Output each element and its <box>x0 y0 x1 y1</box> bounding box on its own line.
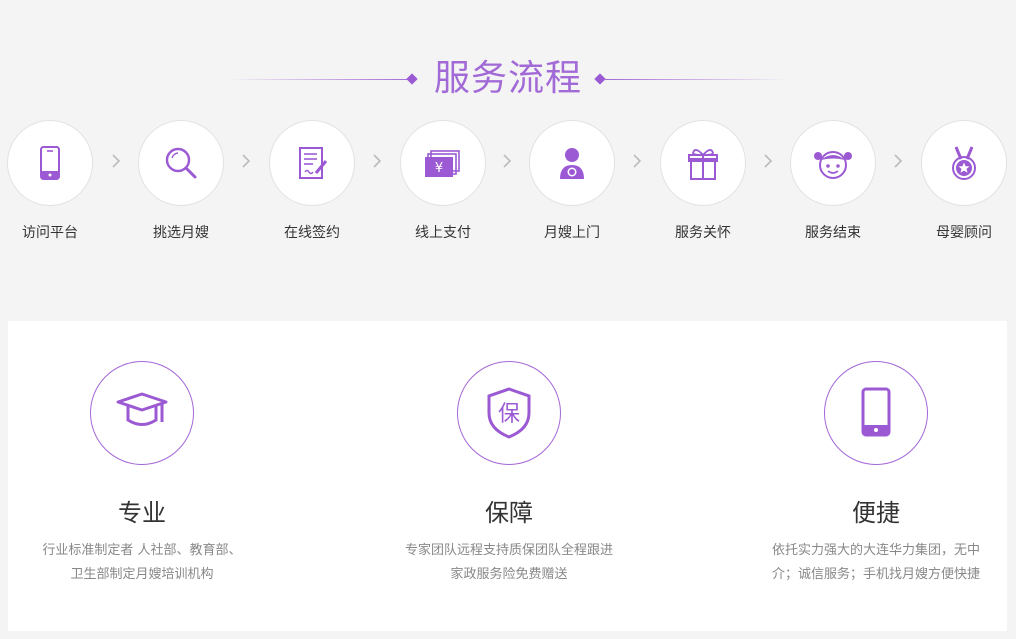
chevron-right-icon <box>242 154 251 168</box>
section-title: 服务流程 <box>433 58 582 99</box>
svg-text:¥: ¥ <box>435 161 443 176</box>
step-visit-platform[interactable]: 访问平台 <box>0 120 106 250</box>
chevron-right-icon <box>373 154 382 168</box>
feature-desc-line: 专家团队远程支持质保团队全程跟进 <box>404 543 613 558</box>
step-label: 服务结束 <box>805 225 861 241</box>
contract-sign-icon <box>299 147 328 179</box>
child-face-icon <box>814 151 852 179</box>
feature-title: 便捷 <box>852 499 900 527</box>
feature-desc-line: 依托实力强大的大连华力集团，无中 <box>771 543 980 558</box>
chevron-right-icon <box>764 154 773 168</box>
chevron-right-icon <box>894 154 903 168</box>
step-nanny-arrives[interactable]: 月嫂上门 <box>518 120 628 250</box>
shield-icon: 保 <box>487 387 531 439</box>
step-service-care[interactable]: 服务关怀 <box>649 120 759 250</box>
feature-desc-line: 卫生部制定月嫂培训机构 <box>70 567 214 582</box>
gift-icon <box>688 149 718 180</box>
step-circle[interactable] <box>529 120 615 206</box>
nanny-baby-icon <box>560 148 584 179</box>
section-header: 服务流程 <box>0 48 1016 112</box>
mobile-phone-icon <box>40 146 60 180</box>
step-circle[interactable] <box>660 120 746 206</box>
medal-icon <box>952 146 976 180</box>
step-circle[interactable] <box>921 120 1007 206</box>
search-icon <box>165 147 197 179</box>
feature-desc-line: 介；诚信服务；手机找月嫂方便快捷 <box>771 567 980 582</box>
step-label: 服务关怀 <box>675 225 731 241</box>
feature-title: 专业 <box>118 499 166 527</box>
step-choose-nanny[interactable]: 挑选月嫂 <box>127 120 237 250</box>
chevron-right-icon <box>112 154 121 168</box>
feature-title: 保障 <box>485 499 533 527</box>
graduation-cap-icon <box>116 392 168 426</box>
feature-icon-circle: 保 <box>457 361 561 465</box>
step-online-sign[interactable]: 在线签约 <box>258 120 368 250</box>
step-maternal-advisor[interactable]: 母婴顾问 <box>910 120 1016 250</box>
title-divider-left <box>226 79 412 80</box>
step-label: 在线签约 <box>284 225 340 241</box>
feature-desc-line: 家政服务险免费赠送 <box>450 567 568 582</box>
step-label: 月嫂上门 <box>544 225 600 241</box>
chevron-right-icon <box>503 154 512 168</box>
step-label: 线上支付 <box>415 225 471 241</box>
feature-guarantee: 保 保障 专家团队远程支持质保团队全程跟进 家政服务险免费赠送 <box>349 321 669 631</box>
title-divider-right <box>604 79 790 80</box>
mobile-phone-icon <box>861 387 891 437</box>
chevron-right-icon <box>633 154 642 168</box>
step-label: 访问平台 <box>22 225 78 241</box>
feature-description: 依托实力强大的大连华力集团，无中 介；诚信服务；手机找月嫂方便快捷 <box>716 539 1016 587</box>
feature-icon-circle <box>90 361 194 465</box>
feature-description: 专家团队远程支持质保团队全程跟进 家政服务险免费赠送 <box>349 539 669 587</box>
yuan-money-icon: ¥ <box>425 150 460 177</box>
feature-icon-circle <box>824 361 928 465</box>
step-online-payment[interactable]: ¥ 线上支付 <box>389 120 499 250</box>
feature-convenient: 便捷 依托实力强大的大连华力集团，无中 介；诚信服务；手机找月嫂方便快捷 <box>716 321 1016 631</box>
step-label: 母婴顾问 <box>936 225 992 241</box>
step-circle[interactable]: ¥ <box>400 120 486 206</box>
step-circle[interactable] <box>138 120 224 206</box>
step-circle[interactable] <box>269 120 355 206</box>
feature-description: 行业标准制定者 人社部、教育部、 卫生部制定月嫂培训机构 <box>0 539 302 587</box>
step-circle[interactable] <box>790 120 876 206</box>
step-circle[interactable] <box>7 120 93 206</box>
diamond-left-icon <box>406 73 418 85</box>
features-panel: 专业 行业标准制定者 人社部、教育部、 卫生部制定月嫂培训机构 保 保障 专家团… <box>8 321 1007 631</box>
shield-char: 保 <box>498 402 520 427</box>
feature-professional: 专业 行业标准制定者 人社部、教育部、 卫生部制定月嫂培训机构 <box>0 321 302 631</box>
step-service-end[interactable]: 服务结束 <box>779 120 889 250</box>
step-label: 挑选月嫂 <box>153 225 209 241</box>
feature-desc-line: 行业标准制定者 人社部、教育部、 <box>42 543 242 558</box>
